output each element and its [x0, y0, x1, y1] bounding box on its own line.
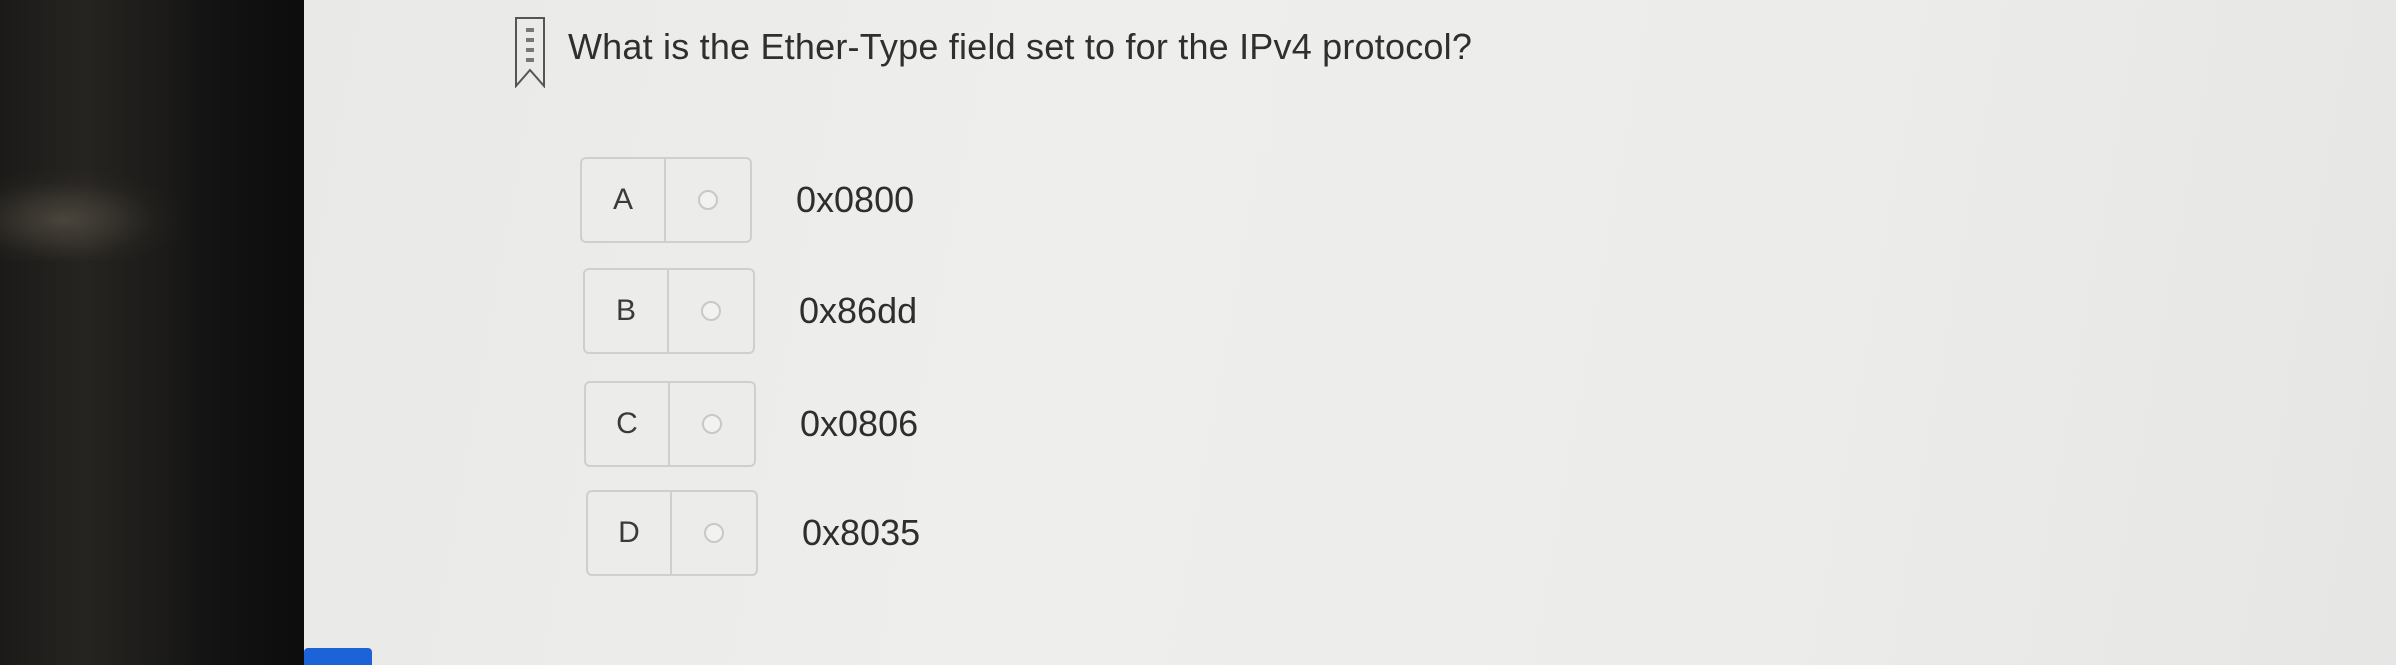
option-text: 0x86dd — [799, 290, 918, 331]
radio-button[interactable] — [702, 414, 722, 434]
question-text: What is the Ether-Type field set to for … — [568, 26, 1473, 67]
radio-cell[interactable] — [670, 383, 754, 465]
answer-choice-box[interactable]: D — [586, 490, 758, 576]
radio-button[interactable] — [701, 301, 721, 321]
radio-cell[interactable] — [666, 159, 750, 241]
bookmark-icon[interactable] — [514, 16, 546, 89]
answer-choice-box[interactable]: B — [583, 268, 755, 354]
radio-button[interactable] — [704, 523, 724, 543]
photo-viewport: What is the Ether-Type field set to for … — [0, 0, 2396, 665]
option-letter: B — [585, 270, 669, 352]
taskbar-accent[interactable] — [304, 648, 372, 665]
radio-cell[interactable] — [669, 270, 753, 352]
option-text: 0x0806 — [800, 403, 919, 444]
answer-option-d[interactable]: D 0x8035 — [586, 490, 920, 576]
answer-option-b[interactable]: B 0x86dd — [583, 268, 917, 354]
option-letter: A — [582, 159, 666, 241]
monitor-bezel — [0, 0, 210, 665]
answer-choice-box[interactable]: A — [580, 157, 752, 243]
option-text: 0x8035 — [802, 512, 921, 553]
option-text: 0x0800 — [796, 179, 915, 220]
answer-option-c[interactable]: C 0x0806 — [584, 381, 918, 467]
answer-option-a[interactable]: A 0x0800 — [580, 157, 914, 243]
radio-button[interactable] — [698, 190, 718, 210]
radio-cell[interactable] — [672, 492, 756, 574]
option-letter: D — [588, 492, 672, 574]
bezel-glare — [0, 170, 180, 260]
option-letter: C — [586, 383, 670, 465]
monitor-bezel-edge — [190, 0, 305, 665]
answer-choice-box[interactable]: C — [584, 381, 756, 467]
